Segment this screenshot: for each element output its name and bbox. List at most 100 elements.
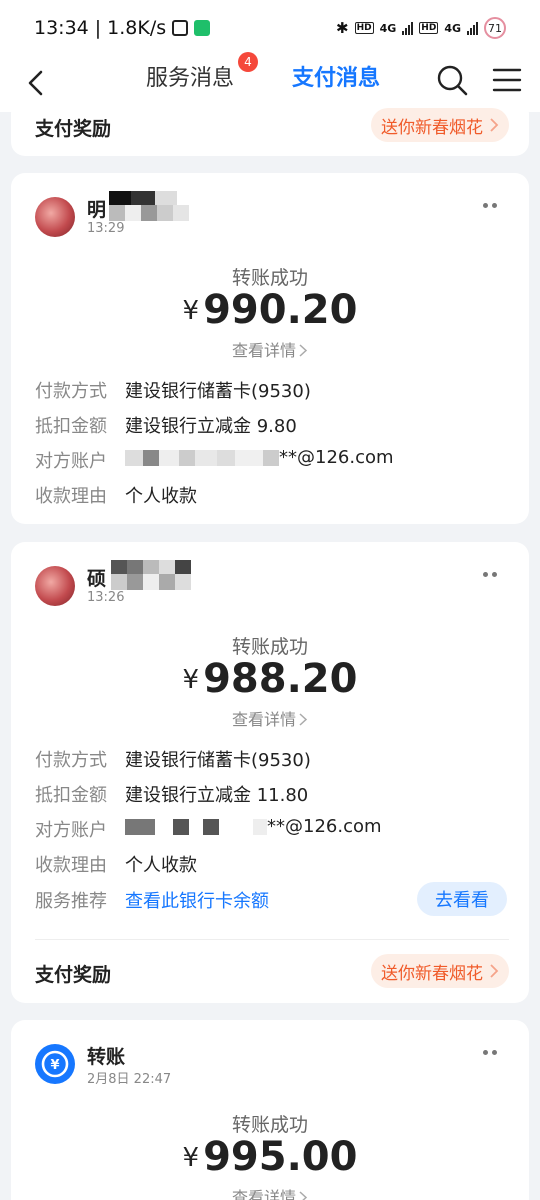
info-row-payment-method: 付款方式 建设银行储蓄卡(9530) xyxy=(35,746,311,772)
view-details-link[interactable]: 查看详情 xyxy=(11,1184,529,1200)
reward-pill-button[interactable]: 送你新春烟花 xyxy=(371,108,509,142)
reward-card-top: 支付奖励 送你新春烟花 xyxy=(11,100,529,156)
info-key: 付款方式 xyxy=(35,750,107,771)
transfer-app-icon: ¥ xyxy=(35,1044,75,1084)
reward-row: 支付奖励 送你新春烟花 xyxy=(11,954,529,998)
info-row-reason: 收款理由 个人收款 xyxy=(35,482,197,508)
redacted-name-2 xyxy=(109,205,189,221)
status-bar: 13:34 | 1.8K/s ✱ HD 4G HD 4G 71 xyxy=(0,0,540,56)
transfer-card[interactable]: ¥ 转账 2月8日 22:47 转账成功 ¥995.00 查看详情 xyxy=(11,1020,529,1200)
info-row-counterparty: 对方账户 **@126.com xyxy=(35,816,382,842)
status-separator: | xyxy=(94,17,102,39)
info-key: 抵扣金额 xyxy=(35,785,107,806)
currency-symbol: ¥ xyxy=(182,665,200,695)
yuan-transfer-icon: ¥ xyxy=(41,1050,69,1078)
info-row-payment-method: 付款方式 建设银行储蓄卡(9530) xyxy=(35,377,311,403)
check-balance-link[interactable]: 查看此银行卡余额 xyxy=(125,887,269,913)
view-details-link[interactable]: 查看详情 xyxy=(11,337,529,361)
more-options-icon[interactable] xyxy=(483,203,497,208)
info-row-deduction: 抵扣金额 建设银行立减金 11.80 xyxy=(35,781,308,807)
tab-payment-messages[interactable]: 支付消息 xyxy=(292,60,380,92)
divider xyxy=(35,939,509,940)
bluetooth-icon: ✱ xyxy=(336,19,349,37)
chevron-right-icon xyxy=(490,964,499,978)
tab-service-messages[interactable]: 服务消息 xyxy=(146,60,234,92)
transfer-card[interactable]: 硕 13:26 转账成功 ¥988.20 查看详情 付款方式 建设银行储蓄卡(9… xyxy=(11,542,529,1003)
reward-title: 支付奖励 xyxy=(35,118,112,140)
signal-icon-2 xyxy=(467,21,478,35)
transfer-card[interactable]: 明 13:29 转账成功 ¥990.20 查看详情 付款方式 建设银行储蓄卡(9… xyxy=(11,173,529,524)
redacted-name xyxy=(109,191,177,205)
info-row-service: 服务推荐 查看此银行卡余额 xyxy=(35,887,269,913)
hd-icon-2: HD xyxy=(419,22,439,34)
amount: ¥988.20 xyxy=(11,656,529,702)
transfer-status: 转账成功 xyxy=(231,636,308,658)
info-key: 服务推荐 xyxy=(35,891,107,912)
info-value: **@126.com xyxy=(267,816,382,837)
more-options-icon[interactable] xyxy=(483,1050,497,1055)
menu-icon[interactable] xyxy=(492,66,522,94)
view-details-label: 查看详情 xyxy=(231,1188,296,1200)
amount: ¥990.20 xyxy=(11,287,529,333)
chevron-right-icon xyxy=(299,713,308,726)
tab-payment-label: 支付消息 xyxy=(292,66,381,91)
redacted-account xyxy=(125,819,267,842)
reward-title: 支付奖励 xyxy=(35,964,112,986)
hd-icon-1: HD xyxy=(354,22,374,34)
info-key: 对方账户 xyxy=(35,451,107,472)
network-label-2: 4G xyxy=(444,21,461,35)
info-row-reason: 收款理由 个人收款 xyxy=(35,851,197,877)
nfc-icon xyxy=(172,20,189,36)
info-value: 建设银行立减金 9.80 xyxy=(125,416,297,437)
redacted-account xyxy=(125,450,279,473)
search-icon[interactable] xyxy=(436,64,468,96)
reward-pill-label: 送你新春烟花 xyxy=(381,963,483,984)
more-options-icon[interactable] xyxy=(483,572,497,577)
currency-symbol: ¥ xyxy=(182,1143,200,1173)
info-key: 收款理由 xyxy=(35,486,107,507)
chevron-right-icon xyxy=(299,344,308,357)
svg-text:¥: ¥ xyxy=(50,1058,59,1073)
info-value: 建设银行储蓄卡(9530) xyxy=(125,381,311,402)
info-value: 建设银行立减金 11.80 xyxy=(125,785,309,806)
info-value: 个人收款 xyxy=(125,855,197,876)
amount-value: 995.00 xyxy=(203,1134,358,1180)
message-time: 13:29 xyxy=(87,221,125,236)
info-key: 抵扣金额 xyxy=(35,416,107,437)
info-key: 收款理由 xyxy=(35,855,107,876)
view-details-label: 查看详情 xyxy=(231,710,296,729)
info-key: 付款方式 xyxy=(35,381,107,402)
battery-indicator: 71 xyxy=(484,17,506,39)
info-row-deduction: 抵扣金额 建设银行立减金 9.80 xyxy=(35,412,297,438)
currency-symbol: ¥ xyxy=(182,296,200,326)
avatar xyxy=(35,566,75,606)
reward-pill-label: 送你新春烟花 xyxy=(381,117,483,138)
go-see-button[interactable]: 去看看 xyxy=(417,882,507,916)
sender-name: 明 xyxy=(87,199,107,221)
info-value: 个人收款 xyxy=(125,486,197,507)
transfer-status: 转账成功 xyxy=(231,267,308,289)
info-value: **@126.com xyxy=(279,447,394,468)
unread-badge: 4 xyxy=(238,52,258,72)
view-details-label: 查看详情 xyxy=(231,341,296,360)
chevron-right-icon xyxy=(490,118,499,132)
message-time: 2月8日 22:47 xyxy=(87,1072,172,1087)
info-key: 对方账户 xyxy=(35,820,107,841)
info-value: 建设银行储蓄卡(9530) xyxy=(125,750,311,771)
net-speed: 1.8K/s xyxy=(107,17,167,39)
network-label-1: 4G xyxy=(379,21,397,35)
signal-icon-1 xyxy=(402,21,414,35)
sender-name: 硕 xyxy=(87,568,107,590)
amount-value: 988.20 xyxy=(203,656,358,702)
reward-pill-button[interactable]: 送你新春烟花 xyxy=(371,954,509,988)
message-time: 13:26 xyxy=(87,590,125,605)
avatar xyxy=(35,197,75,237)
shield-icon xyxy=(194,20,211,36)
view-details-link[interactable]: 查看详情 xyxy=(11,706,529,730)
transfer-status: 转账成功 xyxy=(231,1114,308,1136)
clock: 13:34 xyxy=(34,17,89,39)
amount-value: 990.20 xyxy=(203,287,358,333)
amount: ¥995.00 xyxy=(11,1134,529,1180)
sender-name: 转账 xyxy=(87,1046,126,1068)
back-arrow-icon[interactable] xyxy=(22,68,52,98)
